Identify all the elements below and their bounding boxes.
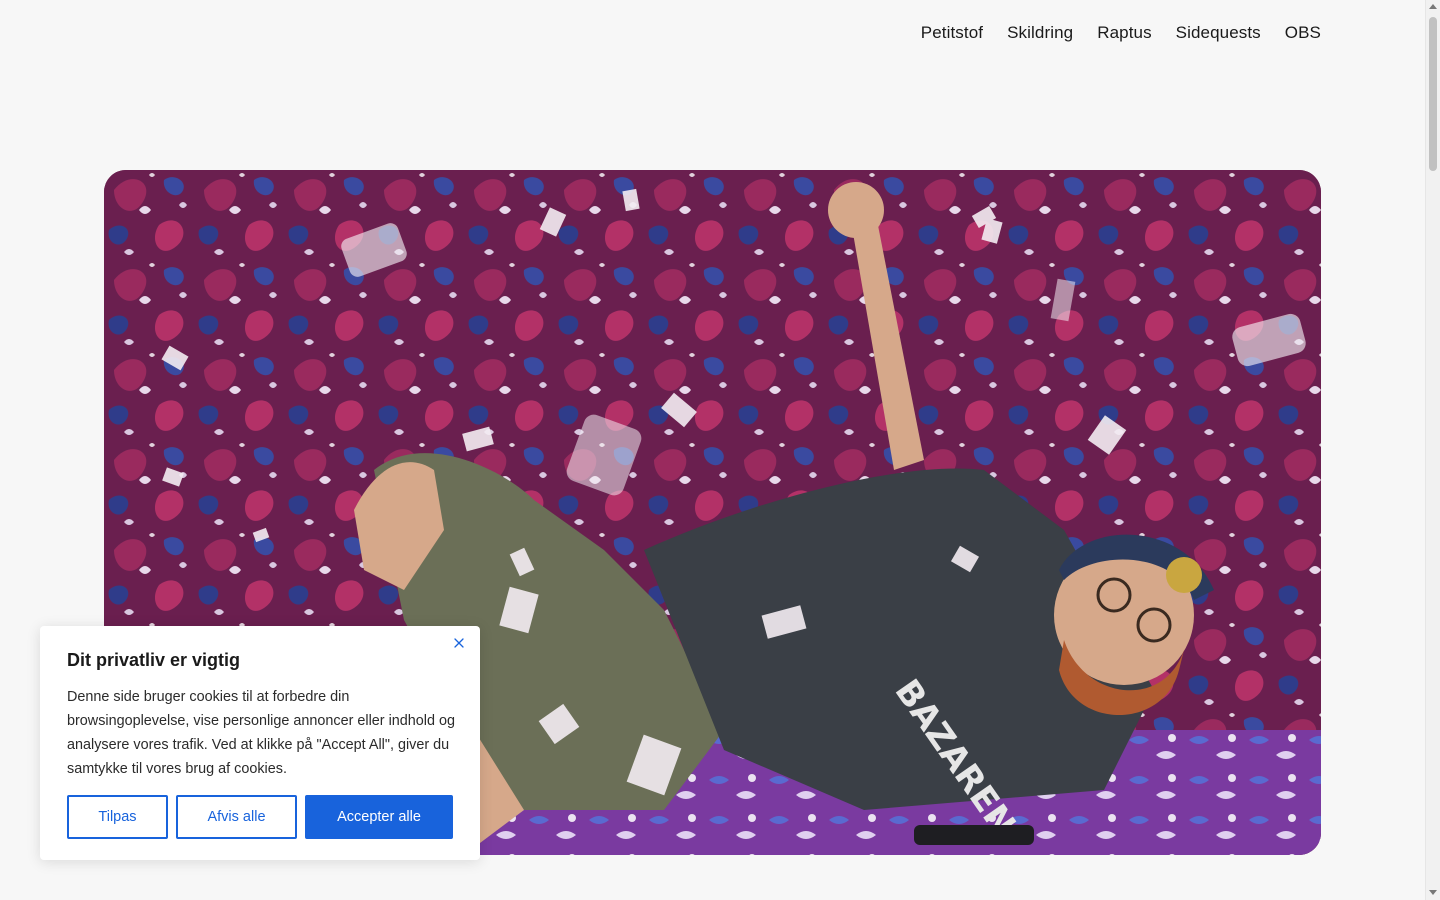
main-nav: Petitstof Skildring Raptus Sidequests OB…: [921, 22, 1321, 44]
customize-button[interactable]: Tilpas: [67, 795, 168, 839]
nav-item-raptus[interactable]: Raptus: [1097, 22, 1151, 44]
scroll-thumb[interactable]: [1429, 17, 1437, 171]
nav-item-obs[interactable]: OBS: [1285, 22, 1321, 44]
scroll-up-arrow-icon[interactable]: [1429, 4, 1437, 9]
close-icon[interactable]: [452, 636, 466, 650]
cookie-buttons: Tilpas Afvis alle Accepter alle: [67, 795, 453, 839]
nav-item-skildring[interactable]: Skildring: [1007, 22, 1073, 44]
scroll-down-arrow-icon[interactable]: [1429, 890, 1437, 895]
cookie-consent-banner: Dit privatliv er vigtig Denne side bruge…: [40, 626, 480, 860]
nav-item-sidequests[interactable]: Sidequests: [1176, 22, 1261, 44]
nav-item-petitstof[interactable]: Petitstof: [921, 22, 983, 44]
cookie-title: Dit privatliv er vigtig: [67, 650, 241, 670]
accept-all-button[interactable]: Accepter alle: [305, 795, 453, 839]
cookie-description: Denne side bruger cookies til at forbedr…: [67, 689, 455, 777]
page-scrollbar[interactable]: [1425, 0, 1440, 900]
reject-all-button[interactable]: Afvis alle: [176, 795, 297, 839]
